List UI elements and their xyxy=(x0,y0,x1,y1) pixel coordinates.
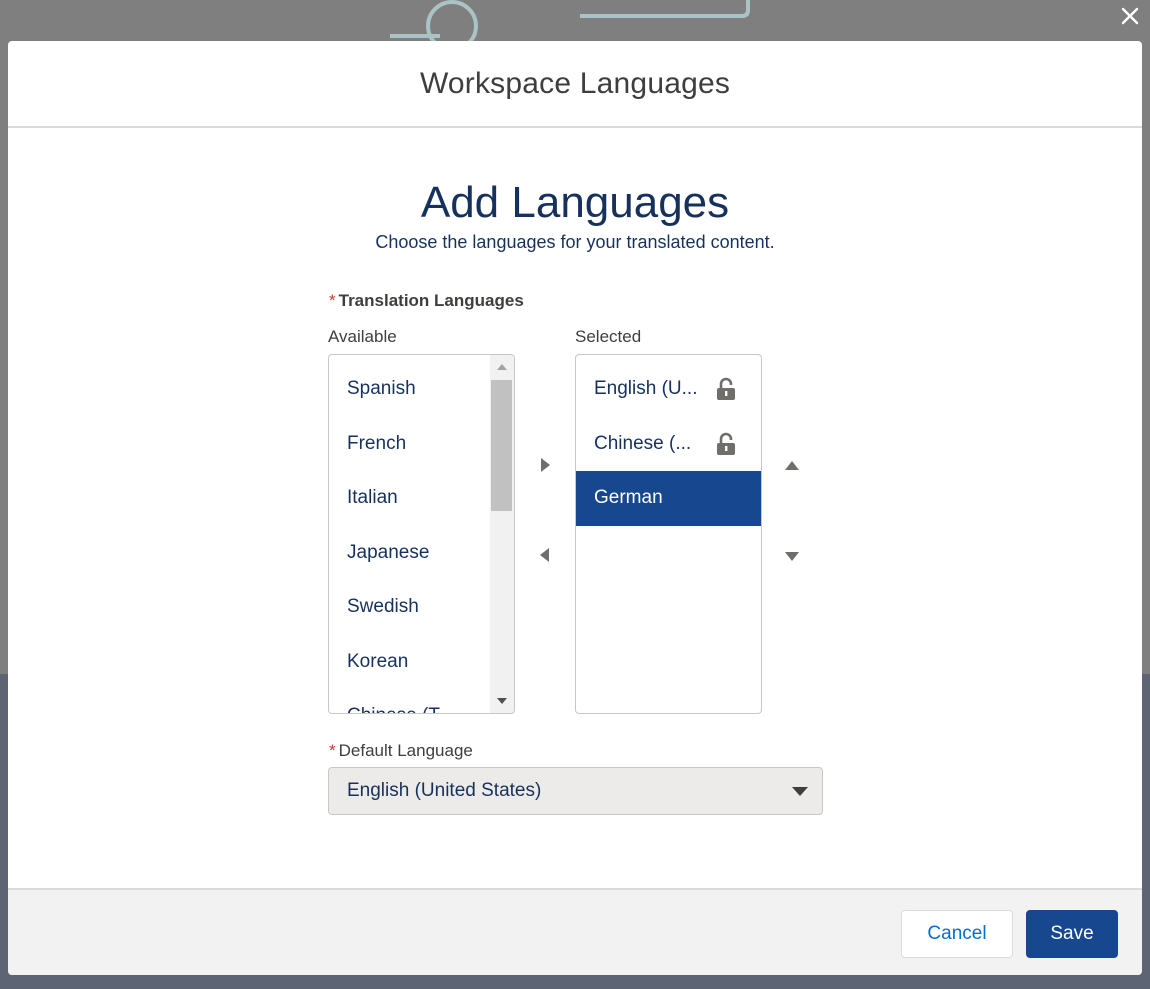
available-option-spanish[interactable]: Spanish xyxy=(329,362,489,417)
cancel-button[interactable]: Cancel xyxy=(901,910,1013,958)
selected-label: Selected xyxy=(575,327,642,346)
available-scrollbar[interactable] xyxy=(490,355,514,713)
add-languages-subheading: Choose the languages for your translated… xyxy=(375,232,775,252)
lock-icon xyxy=(717,432,735,455)
workspace-languages-modal: Workspace Languages Add Languages Choose… xyxy=(8,41,1142,975)
close-icon[interactable] xyxy=(1119,5,1141,27)
scroll-thumb[interactable] xyxy=(491,380,512,511)
default-language-label: * Default Language xyxy=(329,741,473,761)
selected-option-label: English (U... xyxy=(594,378,698,400)
lock-icon xyxy=(717,377,735,400)
modal-header: Workspace Languages xyxy=(8,41,1142,128)
available-options: Spanish French Italian Japanese Swedish … xyxy=(329,362,489,713)
translation-languages-label-text: Translation Languages xyxy=(338,291,524,310)
modal-title: Workspace Languages xyxy=(419,66,731,100)
move-down-icon[interactable] xyxy=(784,548,800,564)
available-option-french[interactable]: French xyxy=(329,417,489,472)
selected-options: English (U... Chinese (... German xyxy=(576,362,761,526)
move-left-icon[interactable] xyxy=(537,547,553,563)
available-label: Available xyxy=(328,327,397,346)
scroll-down-arrow-icon[interactable] xyxy=(496,697,508,705)
selected-listbox[interactable]: English (U... Chinese (... German xyxy=(575,354,762,714)
available-option-japanese[interactable]: Japanese xyxy=(329,526,489,581)
required-marker: * xyxy=(329,291,336,310)
available-option-swedish[interactable]: Swedish xyxy=(329,580,489,635)
move-up-icon[interactable] xyxy=(784,458,800,474)
selected-option-chinese[interactable]: Chinese (... xyxy=(576,417,761,472)
available-option-korean[interactable]: Korean xyxy=(329,635,489,690)
available-option-italian[interactable]: Italian xyxy=(329,471,489,526)
save-button[interactable]: Save xyxy=(1026,910,1118,958)
selected-option-english[interactable]: English (U... xyxy=(576,362,761,417)
background-cloud-illustration xyxy=(390,0,750,42)
add-languages-heading: Add Languages xyxy=(420,178,730,227)
move-right-icon[interactable] xyxy=(537,457,553,473)
default-language-value: English (United States) xyxy=(347,780,542,801)
available-listbox[interactable]: Spanish French Italian Japanese Swedish … xyxy=(328,354,515,714)
selected-option-label: German xyxy=(594,487,663,509)
scroll-up-arrow-icon[interactable] xyxy=(496,363,508,371)
available-option-chinese-traditional[interactable]: Chinese (T xyxy=(329,689,489,713)
modal-footer: Cancel Save xyxy=(8,888,1142,975)
default-language-label-text: Default Language xyxy=(338,741,473,760)
selected-option-german[interactable]: German xyxy=(576,471,761,526)
translation-languages-label: * Translation Languages xyxy=(329,291,524,311)
default-language-select[interactable]: English (United States) xyxy=(328,767,823,815)
modal-body: Add Languages Choose the languages for y… xyxy=(8,128,1142,888)
required-marker: * xyxy=(329,741,336,760)
chevron-down-icon[interactable] xyxy=(792,786,808,797)
selected-option-label: Chinese (... xyxy=(594,432,692,454)
